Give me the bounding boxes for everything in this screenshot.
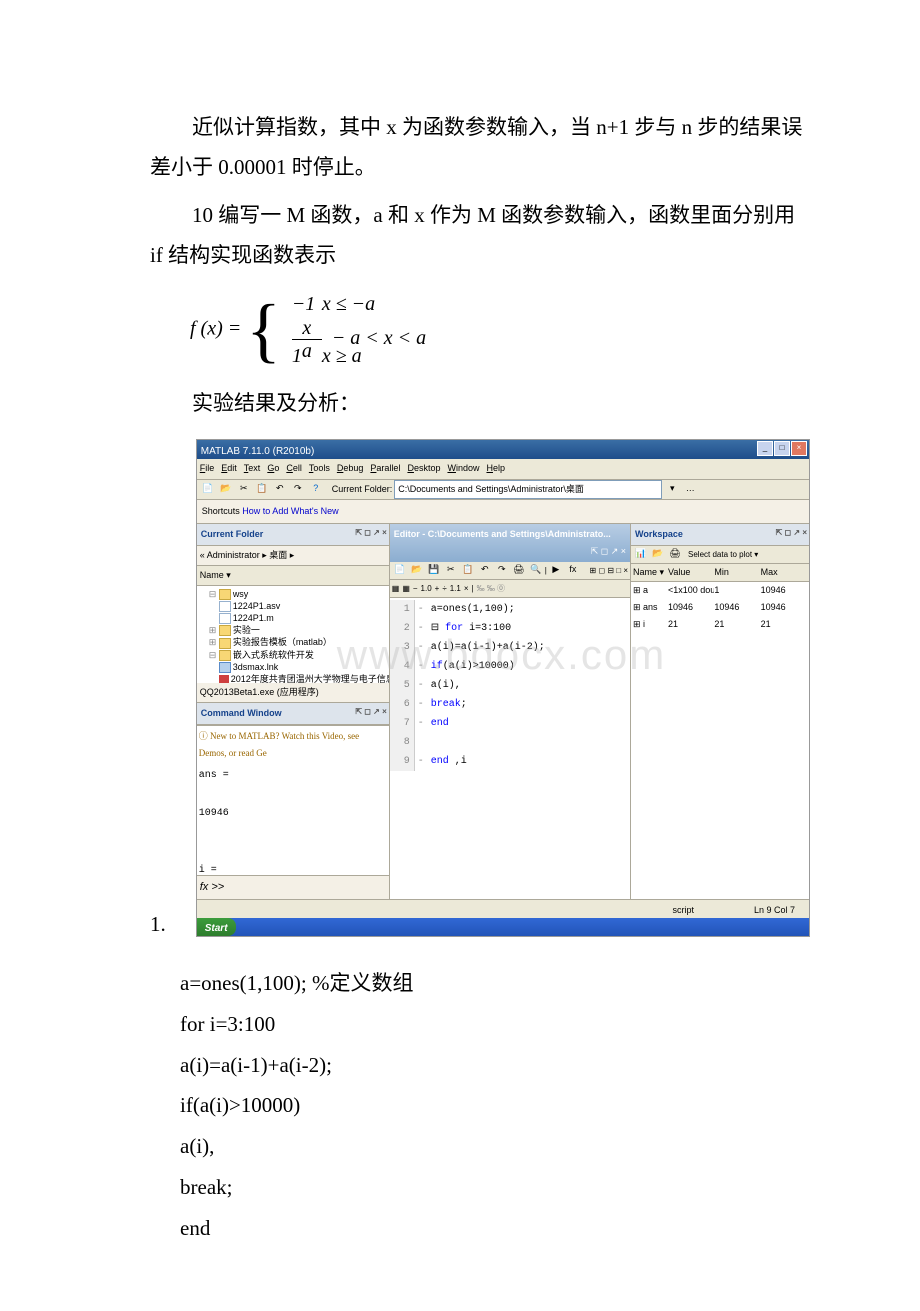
command-window-header: Command Window⇱ ◻ ↗ × bbox=[197, 703, 389, 725]
ws-col-header[interactable]: Max bbox=[761, 564, 807, 581]
paragraph-3: 实验结果及分析： bbox=[150, 384, 810, 424]
menu-go[interactable]: Go bbox=[267, 463, 279, 473]
undo-icon[interactable]: ↶ bbox=[272, 481, 288, 497]
code-line[interactable]: 6- break; bbox=[390, 695, 630, 714]
shortcuts-bar: Shortcuts How to Add What's New bbox=[197, 500, 809, 524]
status-bar: script Ln 9 Col 7 bbox=[197, 899, 809, 918]
menu-help[interactable]: Help bbox=[486, 463, 505, 473]
menu-bar[interactable]: File Edit Text Go Cell Tools Debug Parallel Desk… bbox=[197, 459, 809, 479]
tree-item[interactable]: ⊞ 实验报告模板（matlab） bbox=[199, 636, 387, 648]
folder-up-icon[interactable]: ▾ bbox=[664, 481, 680, 497]
maximize-button[interactable]: □ bbox=[774, 441, 790, 456]
code-listing-line: if(a(i)>10000) bbox=[180, 1085, 810, 1126]
code-line[interactable]: 7- end bbox=[390, 714, 630, 733]
menu-text[interactable]: Text bbox=[244, 463, 261, 473]
code-listing-line: a=ones(1,100); %定义数组 bbox=[180, 963, 810, 1004]
tree-item[interactable]: 3dsmax.lnk bbox=[199, 661, 387, 673]
workspace-toolbar[interactable]: 📊📂🖨Select data to plot ▾ bbox=[631, 546, 809, 564]
open-icon[interactable]: 📂 bbox=[218, 481, 234, 497]
menu-debug[interactable]: Debug bbox=[337, 463, 364, 473]
redo-icon[interactable]: ↷ bbox=[290, 481, 306, 497]
workspace-table[interactable]: Name ▾ValueMinMax ⊞ a<1x100 double>11094… bbox=[631, 564, 809, 899]
how-to-add-link[interactable]: How to Add bbox=[242, 506, 288, 516]
menu-window[interactable]: Window bbox=[447, 463, 479, 473]
formula-lhs: f (x) = bbox=[190, 317, 241, 339]
current-folder-input[interactable]: C:\Documents and Settings\Administrator\… bbox=[394, 480, 662, 499]
workspace-header: Workspace⇱ ◻ ↗ × bbox=[631, 524, 809, 546]
ws-col-header[interactable]: Name ▾ bbox=[633, 564, 668, 581]
whats-new-link[interactable]: What's New bbox=[291, 506, 339, 516]
menu-parallel[interactable]: Parallel bbox=[370, 463, 400, 473]
tree-item[interactable]: ⊟ 嵌入式系统软件开发 bbox=[199, 649, 387, 661]
cut-icon[interactable]: ✂ bbox=[236, 481, 252, 497]
ws-col-header[interactable]: Value bbox=[668, 564, 714, 581]
ws-row[interactable]: ⊞ ans109461094610946 bbox=[631, 599, 809, 616]
tree-item[interactable]: ⊞ 实验一 bbox=[199, 624, 387, 636]
editor-header: Editor - C:\Documents and Settings\Admin… bbox=[390, 524, 630, 562]
minimize-button[interactable]: _ bbox=[757, 441, 773, 456]
fx-prompt[interactable]: fx >> bbox=[197, 875, 389, 899]
code-listing-line: end bbox=[180, 1208, 810, 1249]
menu-edit[interactable]: Edit bbox=[221, 463, 237, 473]
cmd-line: ans = bbox=[199, 766, 387, 785]
code-line[interactable]: 3- a(i)=a(i-1)+a(i-2); bbox=[390, 638, 630, 657]
code-line[interactable]: 9-end ,i bbox=[390, 752, 630, 771]
breadcrumb[interactable]: « Administrator ▸ 桌面 ▸ bbox=[197, 546, 389, 566]
menu-cell[interactable]: Cell bbox=[286, 463, 302, 473]
help-icon[interactable]: ? bbox=[308, 481, 324, 497]
code-line[interactable]: 1-a=ones(1,100); bbox=[390, 600, 630, 619]
code-line[interactable]: 8 bbox=[390, 733, 630, 752]
cmd-line bbox=[199, 785, 387, 804]
code-listing-line: a(i), bbox=[180, 1126, 810, 1167]
editor-toolbar-2[interactable]: ▦▦−1.0+÷1.1×|‰ ‰ ⓪ bbox=[390, 580, 630, 598]
ws-col-header[interactable]: Min bbox=[714, 564, 760, 581]
browse-icon[interactable]: … bbox=[682, 481, 698, 497]
code-listing-line: break; bbox=[180, 1167, 810, 1208]
file-tree[interactable]: ⊟ wsy1224P1.asv1224P1.m⊞ 实验一⊞ 实验报告模板（mat… bbox=[197, 586, 389, 683]
start-button[interactable]: Start bbox=[197, 918, 236, 936]
cmd-line: 10946 bbox=[199, 804, 387, 823]
matlab-screenshot: MATLAB 7.11.0 (R2010b) _ □ × File Edit Tex… bbox=[196, 439, 810, 936]
tree-item[interactable]: 1224P1.asv bbox=[199, 600, 387, 612]
current-folder-label: Current Folder: bbox=[332, 481, 393, 498]
code-line[interactable]: 5- a(i), bbox=[390, 676, 630, 695]
paragraph-1: 近似计算指数，其中 x 为函数参数输入，当 n+1 步与 n 步的结果误差小于 … bbox=[150, 108, 810, 188]
main-toolbar[interactable]: 📄 📂 ✂ 📋 ↶ ↷ ? Current Folder: C:\Documen… bbox=[197, 480, 809, 500]
tree-item[interactable]: 1224P1.m bbox=[199, 612, 387, 624]
taskbar[interactable]: Start bbox=[197, 918, 809, 936]
ws-row[interactable]: ⊞ a<1x100 double>110946 bbox=[631, 582, 809, 599]
editor-toolbar-1[interactable]: 📄📂💾✂📋↶↷🖨🔍|▶fx⊞ ◻ ⊟ □ × bbox=[390, 562, 630, 580]
paragraph-2: 10 编写一 M 函数，a 和 x 作为 M 函数参数输入，函数里面分别用 if… bbox=[150, 196, 810, 276]
code-line[interactable]: 4- if(a(i)>10000) bbox=[390, 657, 630, 676]
cmd-line: i = bbox=[199, 861, 387, 875]
copy-icon[interactable]: 📋 bbox=[254, 481, 270, 497]
menu-tools[interactable]: Tools bbox=[309, 463, 330, 473]
file-detail: QQ2013Beta1.exe (应用程序) bbox=[197, 683, 389, 703]
tree-item[interactable]: ⊟ wsy bbox=[199, 588, 387, 600]
menu-desktop[interactable]: Desktop bbox=[407, 463, 440, 473]
cmd-line bbox=[199, 823, 387, 842]
code-line[interactable]: 2-⊟ for i=3:100 bbox=[390, 619, 630, 638]
code-editor[interactable]: 1-a=ones(1,100);2-⊟ for i=3:1003- a(i)=a… bbox=[390, 598, 630, 899]
close-button[interactable]: × bbox=[791, 441, 807, 456]
code-listing-line: a(i)=a(i-1)+a(i-2); bbox=[180, 1045, 810, 1086]
piecewise-formula: f (x) = { −1x ≤ −a xa − a < x < a 1x ≥ a bbox=[190, 291, 810, 369]
window-titlebar: MATLAB 7.11.0 (R2010b) _ □ × bbox=[197, 440, 809, 459]
menu-file[interactable]: File bbox=[200, 463, 215, 473]
code-listing-line: for i=3:100 bbox=[180, 1004, 810, 1045]
new-icon[interactable]: 📄 bbox=[200, 481, 216, 497]
current-folder-header: Current Folder⇱ ◻ ↗ × bbox=[197, 524, 389, 546]
code-listing: a=ones(1,100); %定义数组for i=3:100 a(i)=a(i… bbox=[180, 963, 810, 1250]
name-column-header[interactable]: Name ▾ bbox=[200, 570, 231, 580]
ws-row[interactable]: ⊞ i212121 bbox=[631, 616, 809, 633]
tree-item[interactable]: 2012年度共青团温州大学物理与电子信息工程学院... bbox=[199, 673, 387, 683]
command-window[interactable]: ⓘ New to MATLAB? Watch this Video, see D… bbox=[197, 725, 389, 875]
figure-number: 1. bbox=[150, 905, 166, 945]
window-title: MATLAB 7.11.0 (R2010b) bbox=[201, 446, 315, 457]
cmd-line bbox=[199, 842, 387, 861]
